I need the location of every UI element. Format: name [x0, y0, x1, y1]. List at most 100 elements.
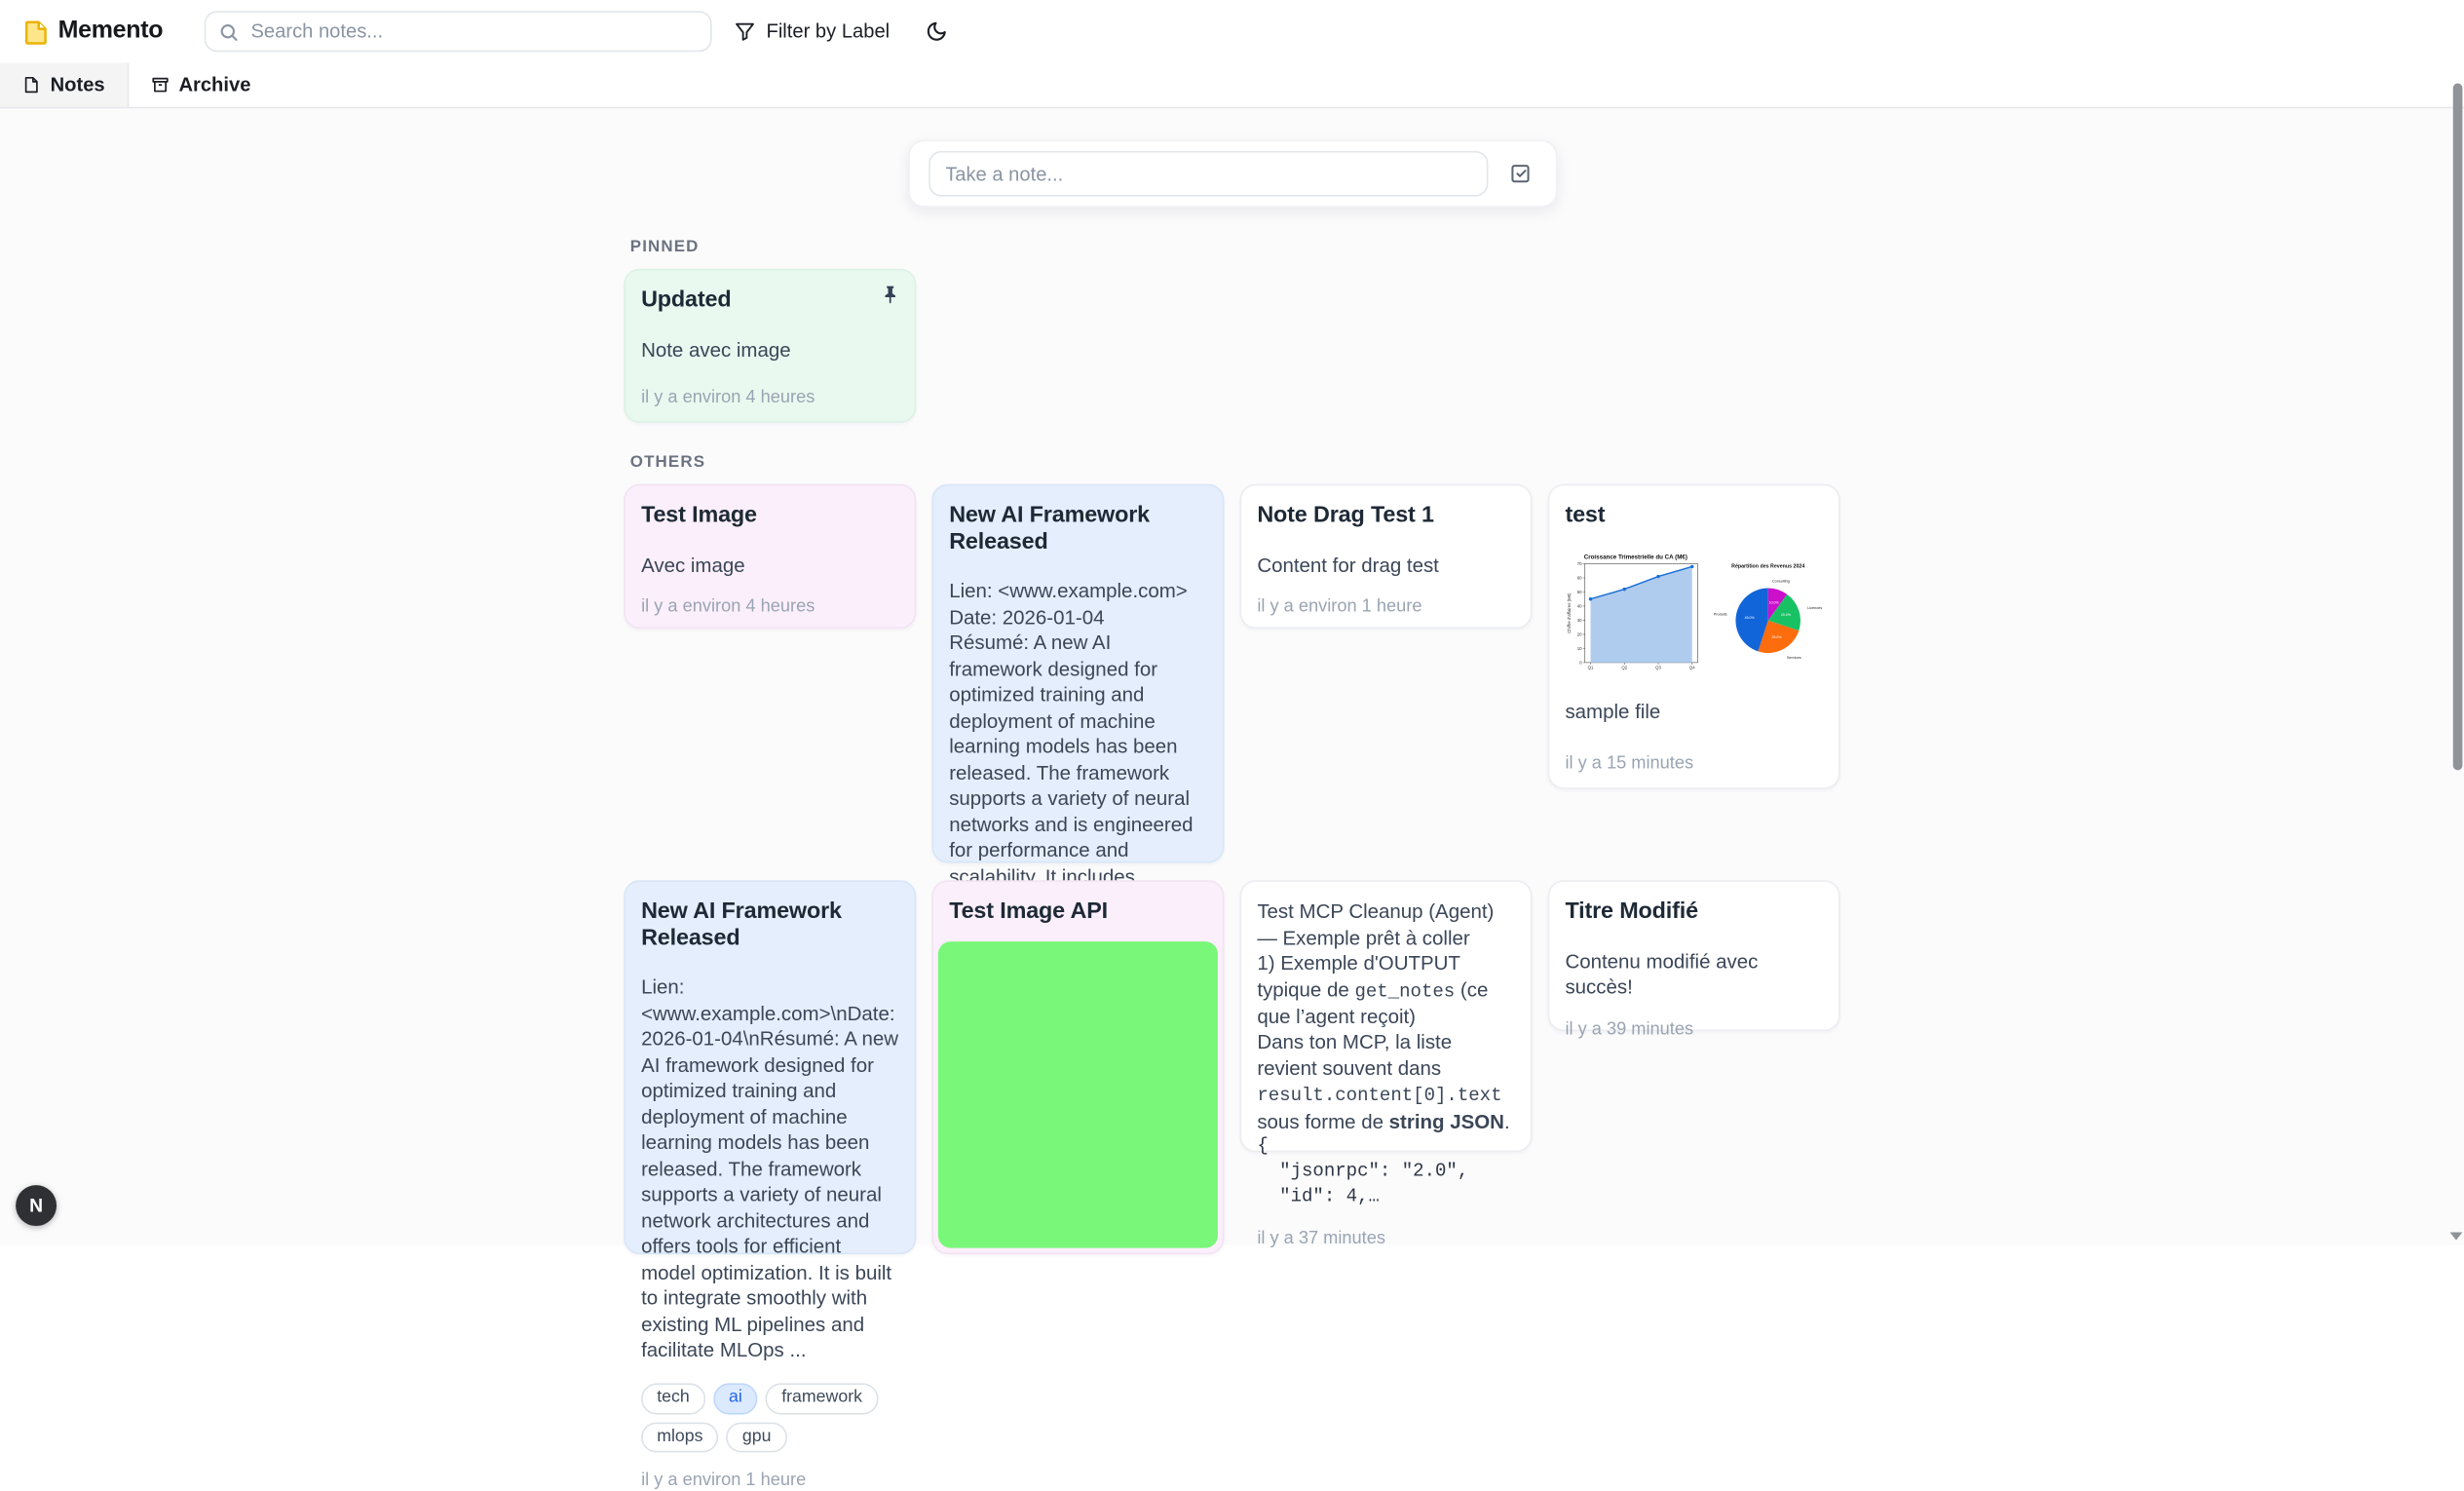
tab-archive[interactable]: Archive — [129, 63, 273, 107]
note-card-ai-framework-1[interactable]: New AI Framework Released Lien: <www.exa… — [931, 484, 1224, 863]
inline-code: result.content[0].text — [1257, 1085, 1501, 1107]
note-composer — [907, 140, 1556, 208]
tab-notes-label: Notes — [51, 74, 105, 96]
app-root: Memento Filter by Label — [0, 0, 2464, 1244]
line-chart: Croissance Trimestrielle du CA (M€) 0 10 20… — [1565, 545, 1706, 683]
note-title: New AI Framework Released — [641, 899, 899, 952]
note-body: Lien: <www.example.com>\nDate: 2026-01-0… — [641, 975, 899, 1364]
top-right-actions: Filter by Label — [724, 15, 953, 49]
top-bar: Memento Filter by Label — [0, 0, 2464, 63]
note-logo-icon — [22, 19, 49, 45]
note-title: Test Image — [641, 503, 899, 529]
tab-bar: Notes Archive — [0, 63, 2464, 109]
note-title: Test Image API — [938, 899, 1218, 926]
tab-archive-label: Archive — [178, 74, 250, 96]
note-timestamp: il y a environ 4 heures — [641, 369, 899, 407]
tag-row: tech ai framework mlops gpu — [641, 1383, 899, 1453]
note-card-image-api[interactable]: Test Image API — [931, 880, 1224, 1254]
svg-text:0: 0 — [1579, 660, 1582, 665]
svg-text:Licences: Licences — [1807, 605, 1822, 609]
pinned-section-label: PINNED — [630, 238, 1840, 256]
note-timestamp: il y a 39 minutes — [1565, 1001, 1823, 1039]
note-title: test — [1565, 503, 1823, 529]
code-block: { "jsonrpc": "2.0", "id": 4,… — [1257, 1135, 1515, 1210]
svg-text:Croissance Trimestrielle du CA: Croissance Trimestrielle du CA (M€) — [1584, 554, 1687, 560]
svg-text:20.0%: 20.0% — [1781, 613, 1792, 617]
filter-by-label-button[interactable]: Filter by Label — [724, 15, 899, 49]
note-card-drag-test[interactable]: Note Drag Test 1 Content for drag test i… — [1240, 484, 1533, 629]
note-card-test-image[interactable]: Test Image Avec image il y a environ 4 h… — [624, 484, 916, 629]
svg-text:10.0%: 10.0% — [1768, 600, 1779, 604]
note-body: Test MCP Cleanup (Agent) — Exemple prêt … — [1257, 899, 1515, 1135]
note-timestamp: il y a 37 minutes — [1257, 1210, 1515, 1248]
svg-text:10: 10 — [1577, 645, 1582, 650]
note-card-ai-framework-2[interactable]: New AI Framework Released Lien: <www.exa… — [624, 880, 916, 1254]
note-body: Avec image — [641, 553, 899, 579]
moon-icon — [926, 20, 948, 43]
note-card-mcp-cleanup[interactable]: Test MCP Cleanup (Agent) — Exemple prêt … — [1240, 880, 1533, 1152]
notes-board: PINNED Updated Note avec image il y a en… — [624, 238, 1839, 1255]
svg-text:50: 50 — [1577, 590, 1582, 594]
note-timestamp: il y a environ 1 heure — [1257, 579, 1515, 617]
note-timestamp: il y a environ 1 heure — [641, 1453, 899, 1491]
note-timestamp: il y a environ 4 heures — [641, 579, 899, 617]
svg-text:45.0%: 45.0% — [1744, 615, 1755, 619]
svg-text:30: 30 — [1577, 617, 1582, 622]
svg-text:Q1: Q1 — [1588, 665, 1594, 669]
note-timestamp: il y a 15 minutes — [1565, 736, 1823, 774]
search-icon — [218, 21, 239, 42]
pin-icon[interactable] — [880, 285, 900, 305]
svg-text:20: 20 — [1577, 631, 1582, 636]
tag-pill[interactable]: framework — [766, 1383, 878, 1414]
scrollbar-down-arrow[interactable] — [2450, 1233, 2463, 1241]
scrollbar-thumb[interactable] — [2453, 83, 2463, 770]
filter-by-label-text: Filter by Label — [767, 20, 891, 43]
svg-text:Répartition des Revenus 2024: Répartition des Revenus 2024 — [1731, 563, 1804, 569]
svg-text:Q4: Q4 — [1689, 665, 1695, 669]
app-title: Memento — [58, 18, 163, 46]
note-title: Titre Modifié — [1565, 899, 1823, 926]
tag-pill[interactable]: mlops — [641, 1422, 719, 1453]
svg-text:Consulting: Consulting — [1771, 579, 1789, 583]
svg-text:Chiffre d'affaires (M€): Chiffre d'affaires (M€) — [1567, 592, 1572, 632]
tag-pill[interactable]: tech — [641, 1383, 705, 1414]
archive-icon — [150, 75, 169, 94]
file-icon — [22, 75, 41, 94]
theme-toggle-button[interactable] — [921, 16, 952, 47]
svg-text:25.0%: 25.0% — [1771, 635, 1782, 639]
funnel-icon — [734, 20, 756, 43]
note-card-titre-modifie[interactable]: Titre Modifié Contenu modifié avec succè… — [1548, 880, 1840, 1031]
svg-text:40: 40 — [1577, 603, 1582, 608]
app-logo: Memento — [22, 18, 164, 46]
search-box[interactable] — [204, 11, 711, 52]
note-card-updated[interactable]: Updated Note avec image il y a environ 4… — [624, 269, 916, 423]
note-attachment-charts: Croissance Trimestrielle du CA (M€) 0 10 20… — [1565, 545, 1823, 683]
svg-text:Q3: Q3 — [1655, 665, 1661, 669]
checklist-toggle-button[interactable] — [1503, 157, 1536, 190]
note-image-attachment — [938, 941, 1218, 1248]
svg-text:70: 70 — [1577, 561, 1582, 566]
svg-text:Produits: Produits — [1713, 612, 1726, 616]
pie-chart: Répartition des Revenus 2024 10.0% Consult… — [1713, 545, 1823, 683]
note-body: Content for drag test — [1257, 553, 1515, 579]
svg-text:60: 60 — [1577, 575, 1582, 580]
others-grid: Test Image Avec image il y a environ 4 h… — [624, 484, 1839, 1254]
note-title: New AI Framework Released — [949, 503, 1207, 555]
search-input[interactable] — [247, 19, 697, 44]
user-avatar[interactable]: N — [16, 1185, 57, 1226]
tag-pill[interactable]: gpu — [727, 1422, 787, 1453]
note-body: sample file — [1565, 699, 1823, 725]
pinned-grid: Updated Note avec image il y a environ 4… — [624, 269, 1839, 423]
note-body: Contenu modifié avec succès! — [1565, 949, 1823, 1001]
take-a-note-input[interactable] — [928, 151, 1487, 197]
tab-notes[interactable]: Notes — [0, 63, 129, 107]
others-section-label: OTHERS — [630, 453, 1840, 472]
tag-pill-ai[interactable]: ai — [713, 1383, 758, 1414]
note-card-test[interactable]: test Croissance Trimestrielle du CA (M€)… — [1548, 484, 1840, 789]
note-body: Note avec image — [641, 337, 899, 363]
checkbox-icon — [1508, 162, 1532, 185]
svg-text:Q2: Q2 — [1621, 665, 1627, 669]
inline-code: get_notes — [1354, 980, 1455, 1003]
svg-text:Services: Services — [1787, 655, 1801, 659]
note-title: Note Drag Test 1 — [1257, 503, 1515, 529]
